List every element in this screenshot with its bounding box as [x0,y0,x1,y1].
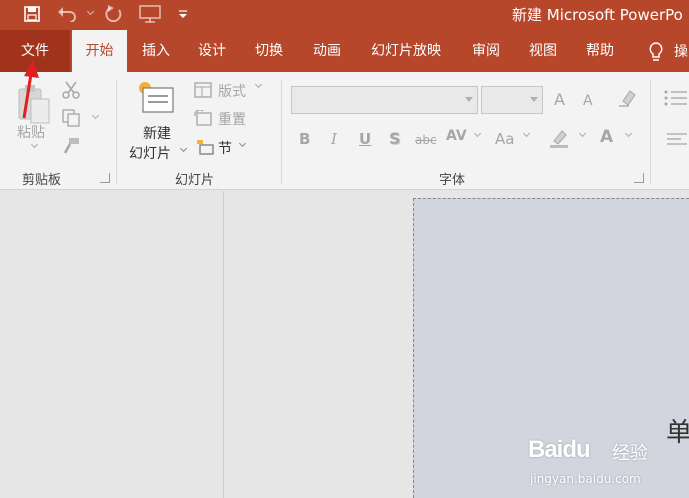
section-icon[interactable] [195,138,215,156]
align-left-icon[interactable] [665,130,687,148]
bold-button[interactable]: B [299,130,310,148]
tab-view[interactable]: 视图 [519,30,567,72]
group-separator [281,80,282,184]
clipboard-group-label: 剪贴板 [22,173,62,188]
group-separator [116,80,117,184]
present-from-start-icon[interactable] [138,4,162,24]
window-title: 新建 Microsoft PowerPo [512,6,683,24]
cut-icon[interactable] [60,80,82,100]
undo-dropdown-icon[interactable] [84,4,95,24]
text-shadow-button[interactable]: S [389,129,401,148]
baidu-watermark: Baidu 经验 jingyan.baidu.com [528,436,688,496]
tab-insert[interactable]: 插入 [130,30,182,72]
font-name-dropdown-icon[interactable] [465,97,473,102]
tab-review[interactable]: 审阅 [462,30,510,72]
bullets-icon[interactable] [663,88,687,108]
font-size-combobox[interactable] [481,86,543,114]
strikethrough-button[interactable]: abc [415,133,437,147]
change-case-dropdown-icon[interactable] [520,129,531,141]
ribbon-tab-bar: 文件 开始 插入 设计 切换 动画 幻灯片放映 审阅 视图 帮助 操 [0,30,689,72]
tell-me-box[interactable]: 操 [646,41,689,63]
undo-icon[interactable] [56,4,78,24]
underline-button[interactable]: U [359,130,371,148]
group-separator [650,80,651,184]
watermark-url: jingyan.baidu.com [530,472,641,486]
annotation-arrow-icon [22,60,39,119]
font-color-button[interactable]: A [600,127,613,147]
tab-help[interactable]: 帮助 [575,30,625,72]
ribbon-home: 粘贴 剪贴板 新建 幻灯片 版式 重置 节 幻灯片 A A B I U S ab… [0,72,689,190]
new-slide-label-line2[interactable]: 幻灯片 [129,143,171,163]
character-spacing-button[interactable]: AV [446,128,467,144]
paste-dropdown-icon[interactable] [26,140,40,151]
font-color-dropdown-icon[interactable] [622,129,633,141]
watermark-cn-text: 经验 [612,443,648,464]
redo-icon[interactable] [104,4,124,24]
character-spacing-dropdown-icon[interactable] [471,129,482,141]
new-slide-icon[interactable] [136,78,178,118]
clipboard-launcher-icon[interactable] [100,173,110,183]
title-bar: 新建 Microsoft PowerPo [0,0,689,30]
highlight-color-dropdown-icon[interactable] [576,129,587,141]
save-icon[interactable] [22,4,42,24]
italic-button[interactable]: I [331,130,337,148]
lightbulb-icon [646,41,666,63]
shrink-font-button[interactable]: A [583,93,593,109]
clear-formatting-icon[interactable] [616,88,638,108]
font-group-label: 字体 [439,173,466,188]
copy-icon[interactable] [60,108,82,128]
layout-label[interactable]: 版式 [218,81,246,101]
baidu-logo: Baidu [528,436,591,463]
slides-group-label: 幻灯片 [175,173,215,188]
font-size-dropdown-icon[interactable] [530,97,538,102]
customize-qat-icon[interactable] [178,4,188,24]
section-label[interactable]: 节 [218,138,232,158]
reset-icon[interactable] [193,109,213,127]
grow-font-button[interactable]: A [554,90,565,109]
slide-thumbnail-pane[interactable] [0,191,224,498]
new-slide-dropdown-icon[interactable] [176,144,188,156]
tab-slide-show[interactable]: 幻灯片放映 [362,30,450,72]
layout-dropdown-icon[interactable] [252,80,263,92]
layout-icon[interactable] [193,81,213,99]
tab-transitions[interactable]: 切换 [243,30,295,72]
tab-home[interactable]: 开始 [72,30,127,72]
change-case-button[interactable]: Aa [495,130,514,148]
tab-animations[interactable]: 动画 [300,30,354,72]
format-painter-icon[interactable] [60,136,82,156]
tab-design[interactable]: 设计 [186,30,238,72]
copy-dropdown-icon[interactable] [88,111,100,122]
paste-label[interactable]: 粘贴 [17,122,45,142]
highlight-color-icon[interactable] [547,127,571,149]
tell-me-label: 操 [674,44,688,60]
reset-label[interactable]: 重置 [218,109,246,129]
new-slide-label-line1[interactable]: 新建 [143,123,171,143]
font-name-combobox[interactable] [291,86,478,114]
section-dropdown-icon[interactable] [236,139,247,151]
font-launcher-icon[interactable] [634,173,644,183]
